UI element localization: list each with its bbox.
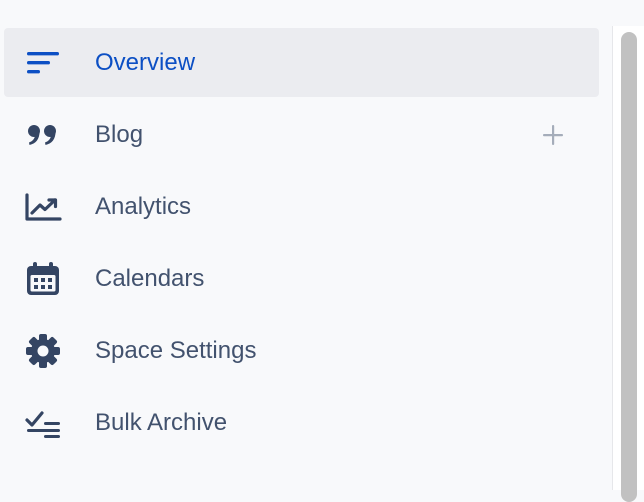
overview-lines-icon [24, 44, 62, 82]
sidebar-item-label: Space Settings [95, 336, 257, 364]
scrollbar[interactable] [612, 26, 644, 502]
sidebar-item-label: Calendars [95, 264, 205, 292]
checklist-icon [24, 404, 62, 442]
sidebar-item-label: Analytics [95, 192, 192, 220]
gear-icon [24, 332, 62, 370]
scrollbar-thumb[interactable] [621, 32, 637, 502]
sidebar-item-blog[interactable]: Blog [4, 100, 599, 169]
sidebar-item-label: Overview [95, 48, 196, 76]
quote-icon [24, 116, 62, 154]
plus-icon [543, 124, 563, 145]
sidebar-item-space-settings[interactable]: Space Settings [4, 316, 599, 385]
sidebar-item-bulk-archive[interactable]: Bulk Archive [4, 388, 599, 457]
add-blog-post-button[interactable] [540, 122, 566, 148]
sidebar-nav: Overview Blog Analytics Calendars Space … [4, 28, 599, 460]
sidebar-item-analytics[interactable]: Analytics [4, 172, 599, 241]
sidebar-item-calendars[interactable]: Calendars [4, 244, 599, 313]
space-sidebar: Overview Blog Analytics Calendars Space … [0, 0, 612, 490]
sidebar-item-overview[interactable]: Overview [4, 28, 599, 97]
calendar-icon [24, 260, 62, 298]
sidebar-item-label: Bulk Archive [95, 408, 228, 436]
line-chart-icon [24, 188, 62, 226]
sidebar-item-label: Blog [95, 120, 144, 148]
